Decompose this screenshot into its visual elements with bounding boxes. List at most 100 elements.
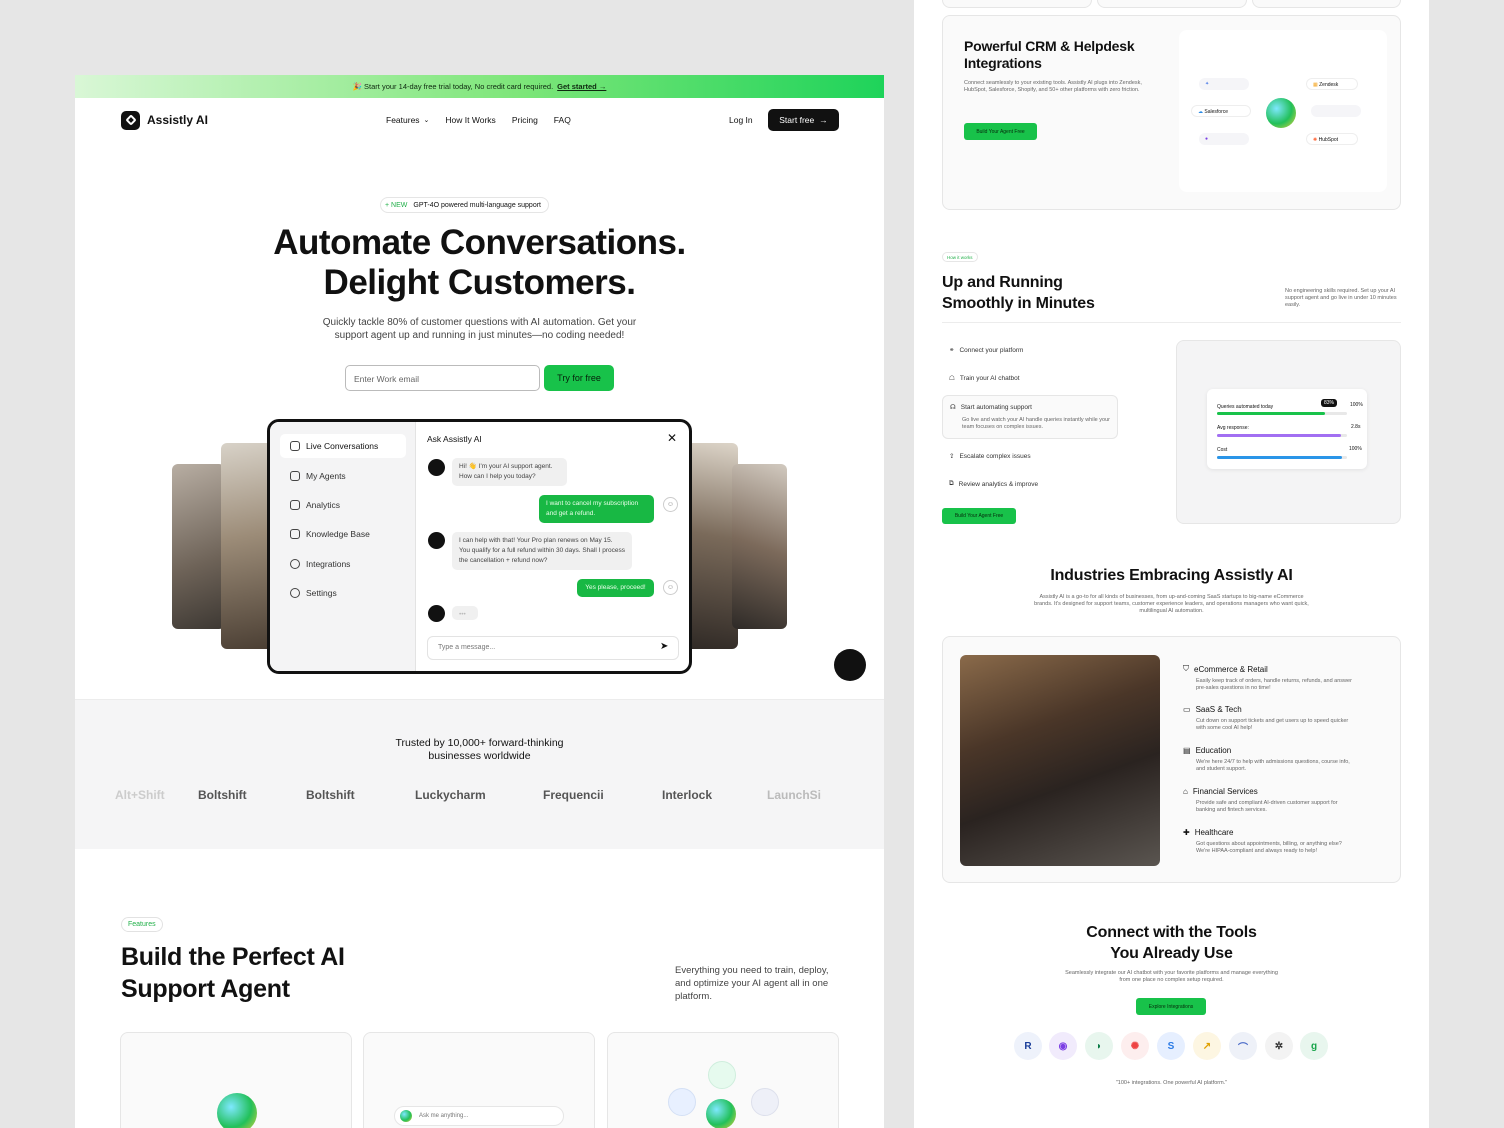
nav-pricing[interactable]: Pricing — [512, 115, 538, 125]
app-mockup: Live Conversations My Agents Analytics K… — [267, 419, 692, 674]
bot-message: Hi! 👋 I'm your AI support agent. How can… — [452, 458, 567, 486]
ask-input[interactable]: Ask me anything... — [394, 1106, 564, 1126]
assistly-orb-icon — [1266, 98, 1296, 128]
send-icon[interactable]: ➤ — [660, 641, 668, 652]
industries-title: Industries Embracing Assistly AI — [1050, 567, 1293, 584]
metric-value: 100% — [1350, 402, 1363, 408]
logo-frequencii: Frequencii — [543, 788, 604, 802]
integration-icon: R — [1014, 1032, 1042, 1060]
gear-icon — [290, 588, 300, 598]
tool-salesforce: ☁ Salesforce — [1191, 105, 1251, 117]
partial-card — [942, 0, 1092, 8]
partial-card — [1097, 0, 1247, 8]
divider — [942, 322, 1401, 323]
logo-luckycharm: Luckycharm — [415, 788, 486, 802]
integration-icon: ◉ — [1049, 1032, 1077, 1060]
step-start-automating: ☊ Start automating support — [950, 403, 1032, 412]
analytics-icon: ⧉ — [949, 480, 954, 487]
chevron-down-icon: ⌄ — [423, 117, 430, 124]
metric-value: 100% — [1349, 446, 1362, 452]
start-free-button[interactable]: Start free → — [768, 109, 839, 131]
logo-strip: Alt+Shift Boltshift Boltshift Luckycharm… — [115, 788, 837, 802]
feature-card: Ask me anything... — [363, 1032, 595, 1128]
sidebar-item-settings[interactable]: Settings — [280, 581, 406, 605]
user-avatar-icon: ☺ — [663, 497, 678, 512]
metric-badge: 83% — [1321, 399, 1338, 407]
headset-icon: ☊ — [950, 404, 956, 411]
assistly-orb-icon — [217, 1093, 257, 1128]
close-icon[interactable]: ✕ — [667, 431, 677, 445]
bot-avatar-icon — [428, 459, 445, 476]
landing-page-sections: Powerful CRM & Helpdesk Integrations Con… — [914, 0, 1429, 1128]
nav-links: Features ⌄ How It Works Pricing FAQ — [386, 115, 571, 125]
new-feature-badge: + NEW GPT-4O powered multi-language supp… — [380, 197, 549, 213]
sidebar-item-analytics[interactable]: Analytics — [280, 493, 406, 517]
brand-logo-icon[interactable] — [121, 110, 140, 130]
photo-man-laptop-right — [732, 464, 787, 629]
crm-desc: Connect seamlessly to your existing tool… — [964, 80, 1142, 93]
logo-launchsi: LaunchSi — [767, 788, 822, 802]
industry-saas[interactable]: ▭ SaaS & Tech Cut down on support tickets … — [1183, 705, 1356, 732]
integration-icon — [751, 1088, 779, 1116]
nav-how-it-works[interactable]: How It Works — [445, 115, 495, 125]
sidebar-item-live-conversations[interactable]: Live Conversations — [280, 434, 406, 458]
integration-icon: ✲ — [1265, 1032, 1293, 1060]
step-escalate[interactable]: ⇪ Escalate complex issues — [949, 452, 1031, 461]
features-pill: Features — [121, 917, 163, 932]
integration-icon: ◗ — [1085, 1032, 1113, 1060]
landing-page-desktop: 🎉 Start your 14-day free trial today, No… — [75, 75, 884, 1128]
brand-name[interactable]: Assistly AI — [147, 113, 208, 127]
cart-icon: ⛉ — [1183, 664, 1189, 673]
build-agent-button[interactable]: Build Your Agent Free — [942, 508, 1016, 524]
explore-integrations-button[interactable]: Explore Integrations — [1136, 998, 1206, 1015]
nav-faq[interactable]: FAQ — [554, 115, 571, 125]
integration-icon: ✺ — [1121, 1032, 1149, 1060]
work-email-input[interactable]: Enter Work email — [345, 365, 540, 391]
how-side-text: No engineering skills required. Set up y… — [1285, 288, 1397, 308]
message-input[interactable]: Type a message... — [427, 636, 679, 660]
navbar: Assistly AI Features ⌄ How It Works Prici… — [121, 108, 839, 132]
login-link[interactable]: Log In — [729, 115, 753, 125]
step-active-card[interactable]: ☊ Start automating support Go live and wa… — [942, 395, 1118, 439]
typing-indicator: ••• — [452, 606, 478, 620]
industry-education[interactable]: ▤ Education We're here 24/7 to help with a… — [1183, 746, 1356, 773]
step-connect[interactable]: ⚭ Connect your platform — [949, 346, 1023, 355]
integration-icon: S — [1157, 1032, 1185, 1060]
user-message: I want to cancel my subscription and get… — [539, 495, 654, 523]
laptop-icon: ▭ — [1183, 705, 1191, 714]
medical-icon: ✚ — [1183, 828, 1190, 837]
industry-ecommerce[interactable]: ⛉ eCommerce & Retail Easily keep track of … — [1183, 664, 1356, 692]
photo-man-laptop-left — [172, 464, 225, 629]
hero-title: Automate Conversations. Delight Customer… — [273, 223, 686, 302]
step-review[interactable]: ⧉ Review analytics & improve — [949, 480, 1038, 488]
plug-icon: ⚭ — [949, 347, 955, 354]
metric-value: 2.8s — [1351, 424, 1361, 430]
photo-man-laptop — [960, 655, 1160, 866]
logo-interlock: Interlock — [662, 788, 713, 802]
try-for-free-button[interactable]: Try for free — [544, 365, 614, 391]
promo-text: 🎉 Start your 14-day free trial today, No… — [352, 82, 554, 91]
features-description: Everything you need to train, deploy, an… — [675, 965, 829, 1002]
crm-diagram: ✦ ▦ Zendesk ☁ Salesforce ● ✺ HubSpot — [1179, 30, 1387, 192]
logo-boltshift: Boltshift — [306, 788, 355, 802]
nav-features[interactable]: Features ⌄ — [386, 115, 429, 125]
new-feature-text: GPT-4O powered multi-language support — [413, 201, 541, 209]
metric-bar-response — [1217, 434, 1341, 437]
metric-label: Queries automated today — [1217, 404, 1274, 410]
industry-financial[interactable]: ⌂ Financial Services Provide safe and comp… — [1183, 787, 1356, 814]
sidebar-item-my-agents[interactable]: My Agents — [280, 464, 406, 488]
get-started-link[interactable]: Get started → — [557, 82, 606, 91]
tools-desc: Seamlessly integrate our AI chatbot with… — [1065, 970, 1278, 983]
metric-label: Avg response: — [1217, 425, 1249, 431]
metric-bar-cost — [1217, 456, 1342, 459]
chat-widget-button[interactable] — [834, 649, 866, 681]
user-message: Yes please, proceed! — [577, 579, 654, 597]
tool-node — [1311, 105, 1361, 117]
industry-healthcare[interactable]: ✚ Healthcare Got questions about appointme… — [1183, 828, 1356, 855]
build-agent-button[interactable]: Build Your Agent Free — [964, 123, 1037, 140]
how-title: Up and Running Smoothly in Minutes — [942, 274, 1095, 312]
step-train[interactable]: ☖ Train your AI chatbot — [949, 374, 1020, 383]
sidebar-item-knowledge-base[interactable]: Knowledge Base — [280, 522, 406, 546]
sidebar-item-integrations[interactable]: Integrations — [280, 552, 406, 576]
metrics-panel: Queries automated today 83% 100% Avg res… — [1176, 340, 1401, 524]
